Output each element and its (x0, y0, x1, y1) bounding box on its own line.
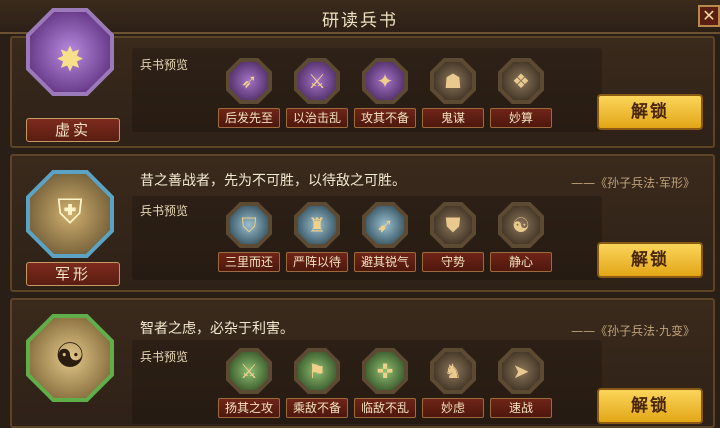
charge-icon: ➤ (498, 348, 544, 394)
close-button[interactable]: ✕ (698, 5, 720, 27)
skill-item[interactable]: ⚔ 以治击乱 (286, 58, 348, 128)
unlock-button[interactable]: 解锁 (597, 242, 703, 278)
skill-label: 扬其之攻 (218, 398, 280, 418)
skill-label: 守势 (422, 252, 484, 272)
jiubian-emblem-icon: ☯ (30, 318, 110, 398)
formation-icon: ♜ (294, 202, 340, 248)
skill-item[interactable]: ✜ 临敌不乱 (354, 348, 416, 418)
skill-item[interactable]: ➤ 速战 (490, 348, 552, 418)
skill-label: 妙虑 (422, 398, 484, 418)
skill-label: 速战 (490, 398, 552, 418)
thinker-icon: ♞ (430, 348, 476, 394)
preview-label: 兵书预览 (140, 350, 189, 364)
close-icon: ✕ (702, 6, 716, 25)
junxing-emblem-icon: ⛨ (30, 174, 110, 254)
window-title: 研读兵书 (322, 11, 398, 31)
skill-label: 避其锐气 (354, 252, 416, 272)
book-panel-jiubian: ☯ 智者之虑，必杂于利害。 ——《孙子兵法·九变》 兵书预览 ⚔ 扬其之攻 ⚑ … (10, 298, 715, 428)
skill-label: 妙算 (490, 108, 552, 128)
skill-label: 以治击乱 (286, 108, 348, 128)
skill-label: 后发先至 (218, 108, 280, 128)
skill-item[interactable]: ❖ 妙算 (490, 58, 552, 128)
book-panel-xushi: ✸ 虚实 兵书预览 ➶ 后发先至 ⚔ 以治击乱 ✦ 攻其不备 ☗ 鬼谋 ❖ 妙算… (10, 8, 715, 148)
book-quote: 昔之善战者，先为不可胜，以待敌之可胜。 (140, 173, 406, 189)
skill-label: 攻其不备 (354, 108, 416, 128)
book-source: ——《孙子兵法·军形》 (571, 176, 695, 190)
skill-label: 三里而还 (218, 252, 280, 272)
evade-icon: ➹ (362, 202, 408, 248)
preview-label: 兵书预览 (140, 204, 189, 218)
skill-item[interactable]: ☯ 静心 (490, 202, 552, 272)
book-panel-junxing: ⛨ 军形 昔之善战者，先为不可胜，以待敌之可胜。 ——《孙子兵法·军形》 兵书预… (10, 154, 715, 292)
skill-item[interactable]: ♜ 严阵以待 (286, 202, 348, 272)
skill-item[interactable]: ⚑ 乘敌不备 (286, 348, 348, 418)
skill-item[interactable]: ♞ 妙虑 (422, 348, 484, 418)
preview-label: 兵书预览 (140, 58, 189, 72)
skill-item[interactable]: ➶ 后发先至 (218, 58, 280, 128)
skill-item[interactable]: ☗ 鬼谋 (422, 58, 484, 128)
skill-label: 乘敌不备 (286, 398, 348, 418)
skill-item[interactable]: ⛊ 守势 (422, 202, 484, 272)
skill-item[interactable]: ⛉ 三里而还 (218, 202, 280, 272)
skill-label: 鬼谋 (422, 108, 484, 128)
meditate-icon: ☯ (498, 202, 544, 248)
book-quote: 智者之虑，必杂于利害。 (140, 321, 294, 337)
skill-item[interactable]: ➹ 避其锐气 (354, 202, 416, 272)
warrior-icon: ⚔ (294, 58, 340, 104)
unlock-button[interactable]: 解锁 (597, 388, 703, 424)
calm-icon: ✜ (362, 348, 408, 394)
skill-label: 临敌不乱 (354, 398, 416, 418)
skill-item[interactable]: ⚔ 扬其之攻 (218, 348, 280, 418)
xushi-emblem-icon: ✸ (30, 12, 110, 92)
strike-icon: ✦ (362, 58, 408, 104)
book-source: ——《孙子兵法·九变》 (571, 324, 695, 338)
retreat-icon: ⛉ (226, 202, 272, 248)
book-name[interactable]: 虚实 (26, 118, 120, 142)
skill-item[interactable]: ✦ 攻其不备 (354, 58, 416, 128)
skill-label: 严阵以待 (286, 252, 348, 272)
strategist-icon: ☗ (430, 58, 476, 104)
book-name[interactable]: 军形 (26, 262, 120, 286)
skill-label: 静心 (490, 252, 552, 272)
attack-icon: ⚔ (226, 348, 272, 394)
unlock-button[interactable]: 解锁 (597, 94, 703, 130)
swoosh-icon: ➶ (226, 58, 272, 104)
ambush-icon: ⚑ (294, 348, 340, 394)
guard-icon: ⛊ (430, 202, 476, 248)
scroll-icon: ❖ (498, 58, 544, 104)
